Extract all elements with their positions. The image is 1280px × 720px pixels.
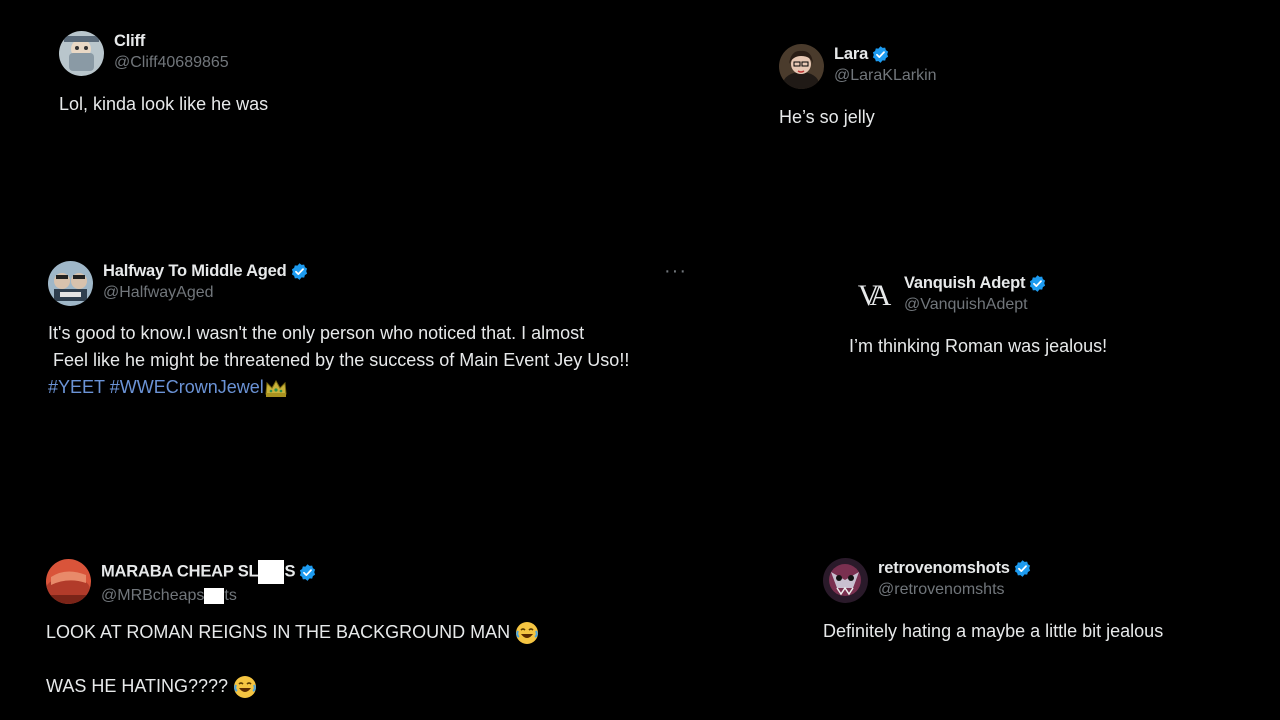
avatar[interactable] — [59, 31, 104, 76]
tweet-text-line: Feel like he might be threatened by the … — [48, 350, 630, 370]
redaction-block — [258, 560, 285, 584]
display-name-part: S — [284, 562, 296, 581]
laughing-emoji-icon — [233, 675, 257, 699]
redaction-block — [204, 587, 225, 604]
user-handle[interactable]: @VanquishAdept — [904, 296, 1047, 314]
hashtag-link[interactable]: #YEET — [48, 377, 105, 397]
avatar[interactable]: VA — [849, 273, 894, 318]
user-handle[interactable]: @LaraKLarkin — [834, 67, 937, 85]
tweet-lara[interactable]: Lara @LaraKLarkin He’s so jelly — [779, 44, 937, 131]
tweet-text-line: LOOK AT ROMAN REIGNS IN THE BACKGROUND M… — [46, 622, 511, 642]
tweet-text: LOOK AT ROMAN REIGNS IN THE BACKGROUND M… — [46, 619, 539, 700]
tweet-cliff[interactable]: Cliff @Cliff40689865 Lol, kinda look lik… — [59, 31, 268, 118]
hashtag-link[interactable]: #WWECrownJewel — [110, 377, 264, 397]
verified-badge-icon — [1028, 274, 1047, 293]
display-name[interactable]: Halfway To Middle Aged — [103, 262, 287, 281]
avatar[interactable] — [779, 44, 824, 89]
display-name[interactable]: retrovenomshots — [878, 559, 1010, 578]
more-icon[interactable]: ··· — [664, 260, 687, 283]
avatar-logo-text: VA — [857, 278, 892, 312]
user-handle[interactable]: @Cliff40689865 — [114, 54, 229, 72]
verified-badge-icon — [1013, 559, 1032, 578]
display-name-part: MARABA CHEAP SL — [101, 562, 259, 581]
tweet-text: Definitely hating a maybe a little bit j… — [823, 621, 1164, 641]
tweet-retrovenomshots[interactable]: retrovenomshots @retrovenomshts Definite… — [823, 558, 1163, 645]
verified-badge-icon — [871, 45, 890, 64]
tweet-maraba-cheap[interactable]: MARABA CHEAP SL S @MRBcheaps ts LOOK AT RO… — [46, 559, 539, 700]
tweet-text-line: WAS HE HATING???? — [46, 676, 229, 696]
avatar[interactable] — [823, 558, 868, 603]
user-handle-part: @MRBcheaps — [101, 587, 205, 604]
tweet-halfway-to-middle-aged[interactable]: Halfway To Middle Aged @HalfwayAged It's… — [48, 261, 629, 401]
crown-emoji-icon — [264, 378, 288, 398]
tweet-text: He’s so jelly — [779, 107, 875, 127]
display-name[interactable]: Vanquish Adept — [904, 274, 1025, 293]
verified-badge-icon — [290, 262, 309, 281]
verified-badge-icon — [298, 563, 317, 582]
avatar[interactable] — [48, 261, 93, 306]
tweet-text: It's good to know.I wasn't the only pers… — [48, 320, 629, 401]
tweet-text-line: It's good to know.I wasn't the only pers… — [48, 323, 585, 343]
laughing-emoji-icon — [515, 621, 539, 645]
tweet-vanquish-adept[interactable]: VA Vanquish Adept @VanquishAdept I’m thi… — [849, 273, 1107, 360]
display-name[interactable]: Cliff — [114, 32, 145, 51]
tweet-text: I’m thinking Roman was jealous! — [849, 336, 1108, 356]
user-handle[interactable]: @MRBcheaps ts — [101, 587, 317, 605]
display-name[interactable]: Lara — [834, 45, 868, 64]
display-name[interactable]: MARABA CHEAP SL S — [101, 560, 295, 584]
user-handle[interactable]: @retrovenomshts — [878, 581, 1032, 599]
user-handle-part: ts — [224, 587, 237, 604]
avatar[interactable] — [46, 559, 91, 604]
tweet-text: Lol, kinda look like he was — [59, 94, 269, 114]
user-handle[interactable]: @HalfwayAged — [103, 284, 309, 302]
